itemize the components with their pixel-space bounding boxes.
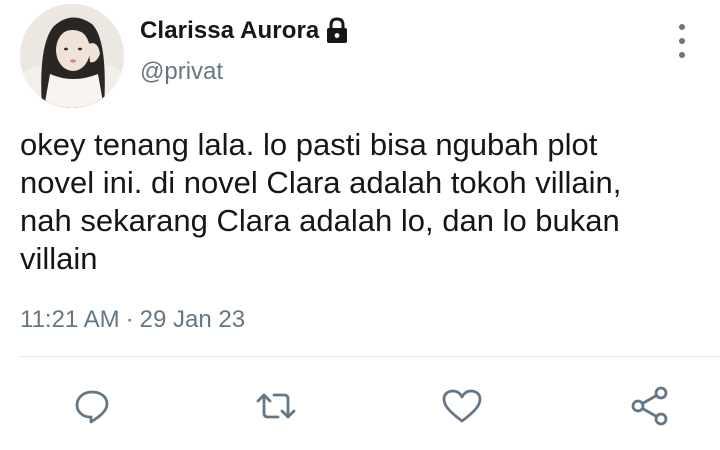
divider bbox=[20, 356, 720, 357]
tweet-card: Clarissa Aurora @privat okey tenang lala… bbox=[0, 0, 720, 450]
heart-icon bbox=[440, 386, 484, 426]
more-dot bbox=[679, 38, 685, 44]
meta-separator: · bbox=[125, 306, 134, 333]
display-name[interactable]: Clarissa Aurora bbox=[140, 17, 319, 45]
lock-icon bbox=[325, 17, 349, 45]
author-handle[interactable]: @privat bbox=[140, 58, 223, 86]
tweet-timestamp[interactable]: 11:21 AM · 29 Jan 23 bbox=[20, 306, 245, 334]
retweet-button[interactable] bbox=[252, 382, 300, 430]
reply-button[interactable] bbox=[68, 382, 116, 430]
share-icon bbox=[628, 384, 672, 428]
action-bar bbox=[0, 382, 720, 430]
more-vertical-icon[interactable] bbox=[672, 24, 692, 58]
like-button[interactable] bbox=[438, 382, 486, 430]
tweet-time: 11:21 AM bbox=[20, 306, 120, 333]
retweet-icon bbox=[254, 386, 298, 426]
more-dot bbox=[679, 52, 685, 58]
more-dot bbox=[679, 24, 685, 30]
author-row: Clarissa Aurora bbox=[140, 15, 349, 47]
tweet-date: 29 Jan 23 bbox=[139, 306, 246, 333]
reply-icon bbox=[72, 386, 112, 426]
avatar[interactable] bbox=[20, 4, 124, 108]
tweet-text: okey tenang lala. lo pasti bisa ngubah p… bbox=[20, 127, 622, 276]
share-button[interactable] bbox=[626, 382, 674, 430]
